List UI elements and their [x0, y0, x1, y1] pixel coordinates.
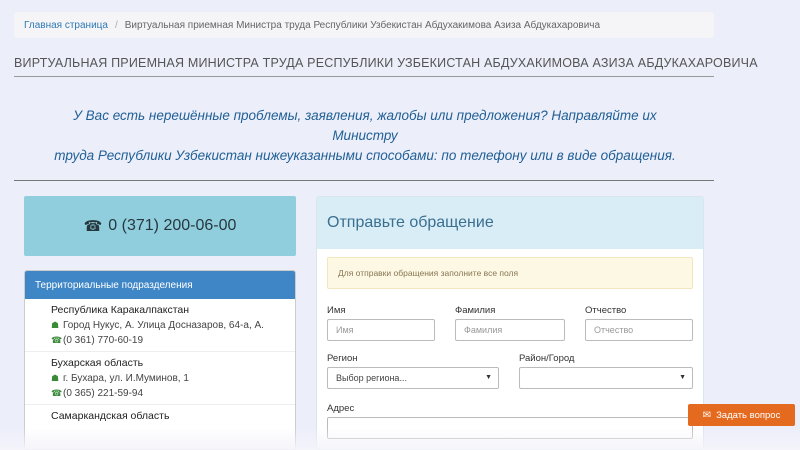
phone-box[interactable]: ☎ 0 (371) 200-06-00: [24, 196, 296, 256]
section-divider: [14, 180, 714, 181]
region-item: Бухарская область ☗ г. Бухара, ул. И.Мум…: [25, 352, 295, 405]
home-icon: ☗: [51, 320, 60, 330]
region-item: Республика Каракалпакстан ☗ Город Нукус,…: [25, 299, 295, 352]
breadcrumb-separator: /: [114, 19, 118, 31]
region-label: Регион: [327, 353, 358, 364]
last-name-input[interactable]: Фамилия: [455, 319, 565, 341]
region-phone: (0 361) 770-60-19: [63, 335, 144, 346]
region-name: Республика Каракалпакстан: [51, 304, 190, 316]
territorial-header: Территориальные подразделения: [25, 271, 295, 299]
patronymic-label: Отчество: [585, 305, 627, 316]
page-title: ВИРТУАЛЬНАЯ ПРИЕМНАЯ МИНИСТРА ТРУДА РЕСП…: [14, 56, 758, 77]
envelope-icon: ✉: [702, 409, 712, 421]
form-alert: Для отправки обращения заполните все пол…: [327, 257, 693, 289]
region-address-row: ☗ Город Нукус, А. Улица Досназаров, 64-а…: [51, 318, 283, 333]
district-select[interactable]: ▼: [519, 367, 693, 389]
ask-question-button[interactable]: ✉ Задать вопрос: [688, 404, 795, 426]
first-name-input[interactable]: Имя: [327, 319, 435, 341]
phone-icon: ☎: [83, 218, 103, 235]
caret-down-icon: ▼: [679, 374, 686, 381]
breadcrumb-home-link[interactable]: Главная страница: [24, 20, 108, 31]
region-select[interactable]: Выбор региона... ▼: [327, 367, 499, 389]
ask-question-label: Задать вопрос: [716, 409, 781, 421]
region-address: г. Бухара, ул. И.Муминов, 1: [63, 373, 189, 384]
last-name-label: Фамилия: [455, 305, 496, 316]
region-phone-row: ☎ (0 365) 221-59-94: [51, 386, 283, 401]
region-phone: (0 365) 221-59-94: [63, 388, 144, 399]
form-title: Отправьте обращение: [317, 197, 703, 249]
region-select-value: Выбор региона...: [336, 373, 407, 383]
intro-line-2: труда Республики Узбекистан нижеуказанны…: [54, 148, 676, 163]
phone-icon: ☎: [51, 335, 63, 345]
appeal-form: Отправьте обращение Для отправки обращен…: [316, 196, 704, 450]
region-name: Бухарская область: [51, 357, 144, 369]
intro-line-1: У Вас есть нерешённые проблемы, заявлени…: [73, 108, 657, 143]
region-phone-row: ☎ (0 361) 770-60-19: [51, 333, 283, 348]
bottom-fade: [0, 428, 800, 450]
region-name: Самаркандская область: [51, 410, 170, 422]
phone-icon: ☎: [51, 388, 63, 398]
territorial-panel: Территориальные подразделения Республика…: [24, 270, 296, 450]
address-label: Адрес: [327, 403, 355, 414]
caret-down-icon: ▼: [485, 374, 492, 381]
home-icon: ☗: [51, 373, 60, 383]
breadcrumb-current: Виртуальная приемная Министра труда Респ…: [124, 19, 601, 31]
breadcrumb: Главная страница / Виртуальная приемная …: [14, 12, 714, 38]
intro-text: У Вас есть нерешённые проблемы, заявлени…: [40, 106, 690, 166]
patronymic-input[interactable]: Отчество: [585, 319, 693, 341]
district-label: Район/Город: [519, 353, 575, 364]
first-name-label: Имя: [327, 305, 346, 316]
phone-number: 0 (371) 200-06-00: [108, 217, 237, 234]
region-item: Самаркандская область: [25, 405, 295, 427]
region-address-row: ☗ г. Бухара, ул. И.Муминов, 1: [51, 371, 283, 386]
region-address: Город Нукус, А. Улица Досназаров, 64-а, …: [63, 320, 264, 331]
